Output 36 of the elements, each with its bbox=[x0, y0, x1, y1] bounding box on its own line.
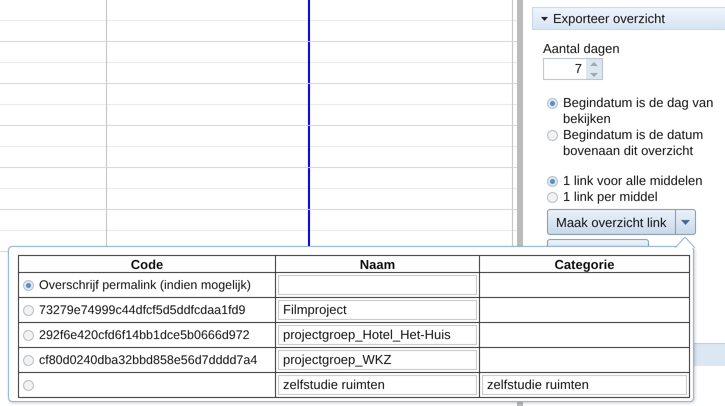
name-field[interactable]: projectgroep_WKZ bbox=[278, 350, 477, 370]
spin-up-icon[interactable] bbox=[586, 59, 602, 69]
name-field[interactable] bbox=[278, 275, 477, 295]
column-header: Categorie bbox=[480, 256, 690, 272]
panel-title: Exporteer overzicht bbox=[553, 11, 665, 26]
spin-down-icon[interactable] bbox=[586, 69, 602, 79]
code-text: 292f6e420cfd6f14bb1dce5b0666d972 bbox=[39, 328, 250, 342]
radio-label: Begindatum is de datum bovenaan dit overzicht bbox=[563, 127, 704, 158]
name-field[interactable]: Filmproject bbox=[278, 300, 477, 320]
radio-button[interactable] bbox=[23, 280, 34, 290]
radio-button[interactable] bbox=[547, 98, 558, 109]
column-header: Naam bbox=[276, 256, 480, 272]
name-field[interactable]: zelfstudie ruimten bbox=[278, 375, 477, 395]
dropdown-button[interactable] bbox=[676, 209, 696, 235]
radio-button[interactable] bbox=[547, 130, 558, 141]
days-label: Aantal dagen bbox=[543, 41, 621, 56]
code-text: cf80d0240dba32bbd858e56d7dddd7a4 bbox=[39, 352, 258, 368]
radio-label: 1 link per middel bbox=[563, 189, 658, 204]
column-header: Code bbox=[18, 256, 276, 272]
collapse-triangle-icon bbox=[541, 16, 548, 20]
name-field[interactable]: projectgroep_Hotel_Het-Huis bbox=[278, 325, 477, 345]
caret-icon bbox=[680, 220, 690, 224]
radio-button[interactable] bbox=[23, 354, 34, 366]
radio-label: Begindatum is de dag van bekijken bbox=[563, 95, 714, 126]
radio-button[interactable] bbox=[547, 192, 558, 203]
code-text: 73279e74999c44dfcf5d5ddfcdaa1fd9 bbox=[39, 302, 246, 318]
panel-header[interactable]: Exporteer overzicht bbox=[532, 7, 725, 30]
code-text: Overschrijf permalink (indien mogelijk) bbox=[39, 278, 251, 292]
radio-button[interactable] bbox=[23, 304, 34, 316]
days-spinner[interactable]: 7 bbox=[543, 58, 603, 80]
make-link-button[interactable]: Maak overzicht link bbox=[547, 209, 676, 235]
radio-button[interactable] bbox=[23, 380, 34, 390]
radio-button[interactable] bbox=[23, 330, 34, 340]
radio-button[interactable] bbox=[547, 176, 558, 187]
category-field[interactable]: zelfstudie ruimten bbox=[482, 375, 687, 395]
radio-label: 1 link voor alle middelen bbox=[563, 173, 702, 188]
